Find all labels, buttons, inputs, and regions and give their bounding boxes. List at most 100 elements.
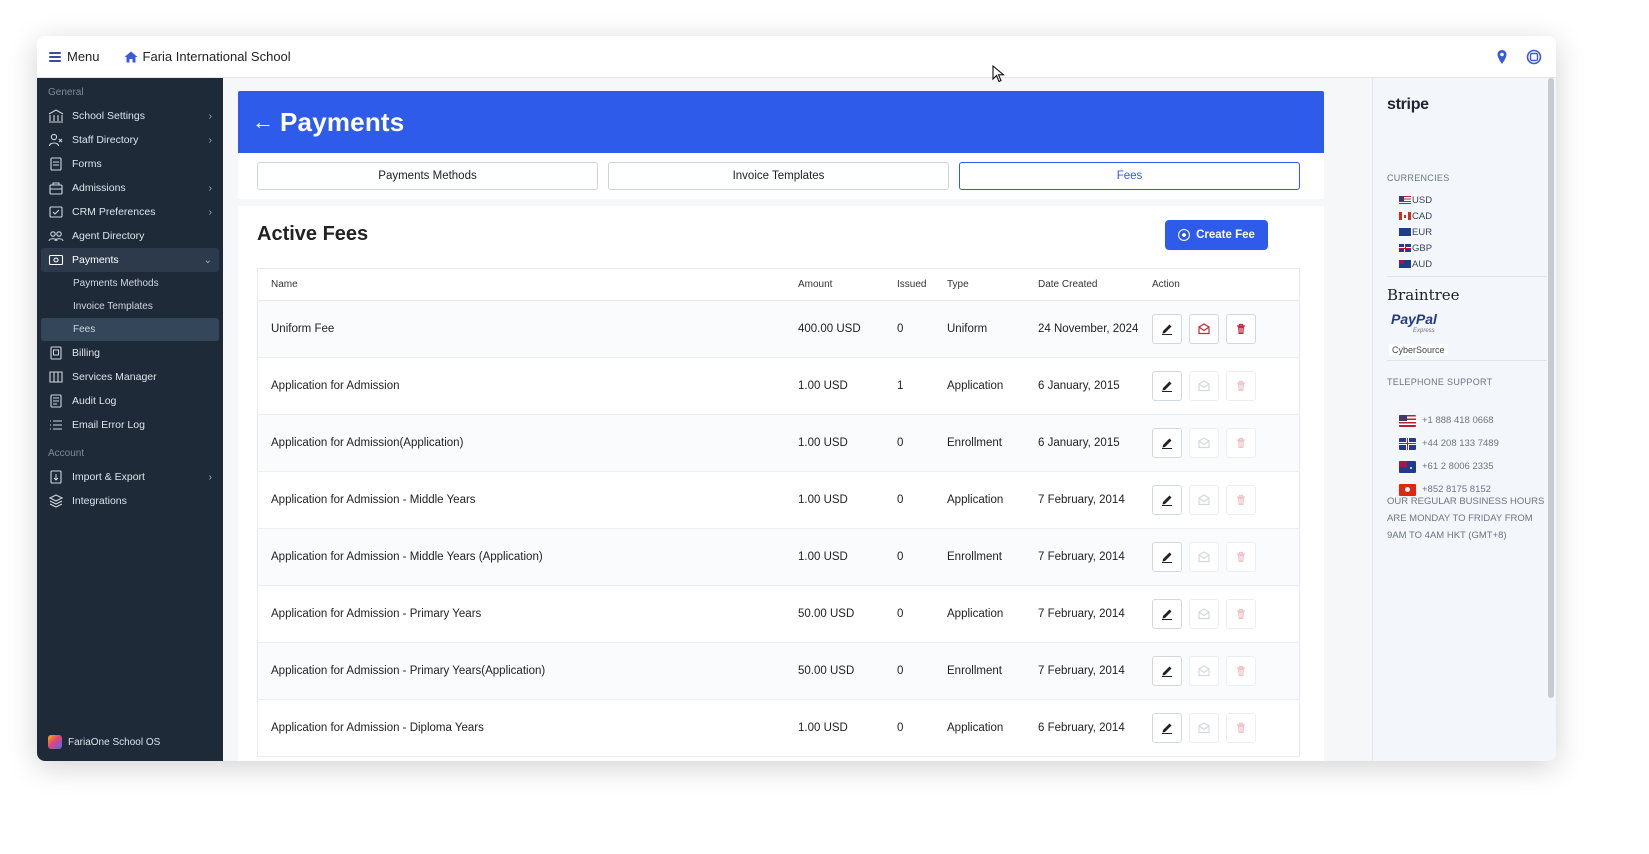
sidebar-item-payments[interactable]: Payments ⌄ (41, 248, 219, 272)
audit-icon (48, 394, 64, 408)
scrollbar[interactable] (1548, 78, 1554, 698)
home-icon (124, 51, 138, 62)
send-invoice-button[interactable] (1189, 599, 1219, 629)
edit-button[interactable] (1152, 428, 1182, 458)
delete-button[interactable] (1226, 314, 1256, 344)
phone-number[interactable]: +44 208 133 7489 (1422, 438, 1499, 449)
us-flag-icon (1399, 414, 1416, 427)
send-invoice-button[interactable] (1189, 314, 1219, 344)
send-invoice-button[interactable] (1189, 428, 1219, 458)
tab-bar: Payments Methods Invoice Templates Fees (257, 162, 1300, 190)
sidebar-item-integrations[interactable]: Integrations (37, 489, 223, 513)
sidebar-subitem-payments-methods[interactable]: Payments Methods (37, 272, 223, 295)
sidebar-item-school-settings[interactable]: School Settings › (37, 104, 223, 128)
sidebar-item-audit-log[interactable]: Audit Log (37, 389, 223, 413)
delete-button[interactable] (1226, 713, 1256, 743)
sidebar-item-label: Integrations (72, 495, 127, 507)
send-invoice-button[interactable] (1189, 485, 1219, 515)
school-home-link[interactable]: Faria International School (124, 49, 291, 64)
column-header-type[interactable]: Type (947, 279, 1038, 290)
phone-number[interactable]: +61 2 8006 2335 (1422, 461, 1494, 472)
edit-button[interactable] (1152, 599, 1182, 629)
table-header: Name Amount Issued Type Date Created Act… (258, 269, 1299, 301)
sidebar-item-label: Email Error Log (72, 419, 145, 431)
edit-button[interactable] (1152, 371, 1182, 401)
currency-item: EUR (1399, 224, 1432, 240)
sidebar-item-admissions[interactable]: Admissions › (37, 176, 223, 200)
fee-name[interactable]: Application for Admission - Primary Year… (258, 665, 798, 677)
edit-button[interactable] (1152, 656, 1182, 686)
mail-icon (1197, 721, 1211, 735)
fee-amount: 50.00 USD (798, 665, 855, 677)
currency-item: AUD (1399, 256, 1432, 272)
fee-date-created: 24 November, 2024 (1038, 323, 1139, 335)
admissions-icon (48, 181, 64, 195)
tab-fees[interactable]: Fees (959, 162, 1300, 190)
delete-button[interactable] (1226, 599, 1256, 629)
column-header-amount[interactable]: Amount (798, 279, 897, 290)
fee-name[interactable]: Application for Admission - Middle Years (258, 494, 798, 506)
fee-name[interactable]: Application for Admission (258, 380, 798, 392)
send-invoice-button[interactable] (1189, 371, 1219, 401)
currency-code: GBP (1412, 242, 1433, 254)
fee-name[interactable]: Application for Admission - Diploma Year… (258, 722, 798, 734)
delete-button[interactable] (1226, 485, 1256, 515)
table-body: Uniform Fee 400.00 USD 0 Uniform 24 November… (258, 301, 1299, 757)
currency-list: USD CAD EUR GBP AUD (1399, 192, 1432, 272)
send-invoice-button[interactable] (1189, 656, 1219, 686)
send-invoice-button[interactable] (1189, 542, 1219, 572)
school-name: Faria International School (142, 49, 291, 64)
main-content: ← Payments Payments Methods Invoice Temp… (223, 78, 1372, 761)
column-header-date-created[interactable]: Date Created (1038, 279, 1152, 290)
fee-name[interactable]: Application for Admission - Primary Year… (258, 608, 798, 620)
sidebar-item-services-manager[interactable]: Services Manager (37, 365, 223, 389)
fee-name[interactable]: Application for Admission - Middle Years… (258, 551, 798, 563)
edit-button[interactable] (1152, 485, 1182, 515)
pencil-icon (1160, 322, 1174, 336)
fee-type: Application (947, 380, 1004, 392)
sidebar-item-crm-preferences[interactable]: CRM Preferences › (37, 200, 223, 224)
fee-name[interactable]: Uniform Fee (258, 323, 798, 335)
tab-invoice-templates[interactable]: Invoice Templates (608, 162, 949, 190)
pencil-icon (1160, 493, 1174, 507)
create-fee-button[interactable]: Create Fee (1165, 220, 1268, 250)
sidebar-subitem-invoice-templates[interactable]: Invoice Templates (37, 295, 223, 318)
column-header-issued[interactable]: Issued (897, 279, 947, 290)
location-pin-icon[interactable] (1494, 49, 1510, 65)
mail-icon (1197, 664, 1211, 678)
fee-amount: 1.00 USD (798, 722, 848, 734)
row-actions (1152, 428, 1256, 458)
sidebar-item-label: Forms (72, 158, 102, 170)
globe-icon[interactable] (1526, 49, 1542, 65)
back-arrow-icon[interactable]: ← (252, 109, 274, 135)
tab-payments-methods[interactable]: Payments Methods (257, 162, 598, 190)
delete-button[interactable] (1226, 656, 1256, 686)
sidebar-item-agent-directory[interactable]: Agent Directory (37, 224, 223, 248)
sidebar-item-billing[interactable]: Billing (37, 341, 223, 365)
sidebar-item-forms[interactable]: Forms (37, 152, 223, 176)
sidebar: General School Settings › Staff Director… (37, 78, 223, 761)
menu-button[interactable]: Menu (49, 49, 100, 64)
phone-number[interactable]: +1 888 418 0668 (1422, 415, 1494, 426)
crm-icon (48, 205, 64, 219)
sidebar-item-label: CRM Preferences (72, 206, 156, 218)
sidebar-item-import-export[interactable]: Import & Export › (37, 465, 223, 489)
delete-button[interactable] (1226, 542, 1256, 572)
sidebar-item-email-error-log[interactable]: Email Error Log (37, 413, 223, 437)
edit-button[interactable] (1152, 542, 1182, 572)
column-header-name[interactable]: Name (258, 279, 798, 290)
hamburger-icon (49, 51, 61, 62)
chevron-down-icon: ⌄ (203, 254, 212, 266)
sidebar-item-label: Admissions (72, 182, 126, 194)
sidebar-subitem-fees[interactable]: Fees (41, 318, 219, 341)
delete-button[interactable] (1226, 428, 1256, 458)
edit-button[interactable] (1152, 713, 1182, 743)
delete-button[interactable] (1226, 371, 1256, 401)
sidebar-item-staff-directory[interactable]: Staff Directory › (37, 128, 223, 152)
edit-button[interactable] (1152, 314, 1182, 344)
send-invoice-button[interactable] (1189, 713, 1219, 743)
sidebar-footer[interactable]: FariaOne School OS (48, 735, 160, 749)
fee-issued: 0 (897, 437, 904, 449)
top-bar: Menu Faria International School (37, 36, 1556, 78)
fee-name[interactable]: Application for Admission(Application) (258, 437, 798, 449)
